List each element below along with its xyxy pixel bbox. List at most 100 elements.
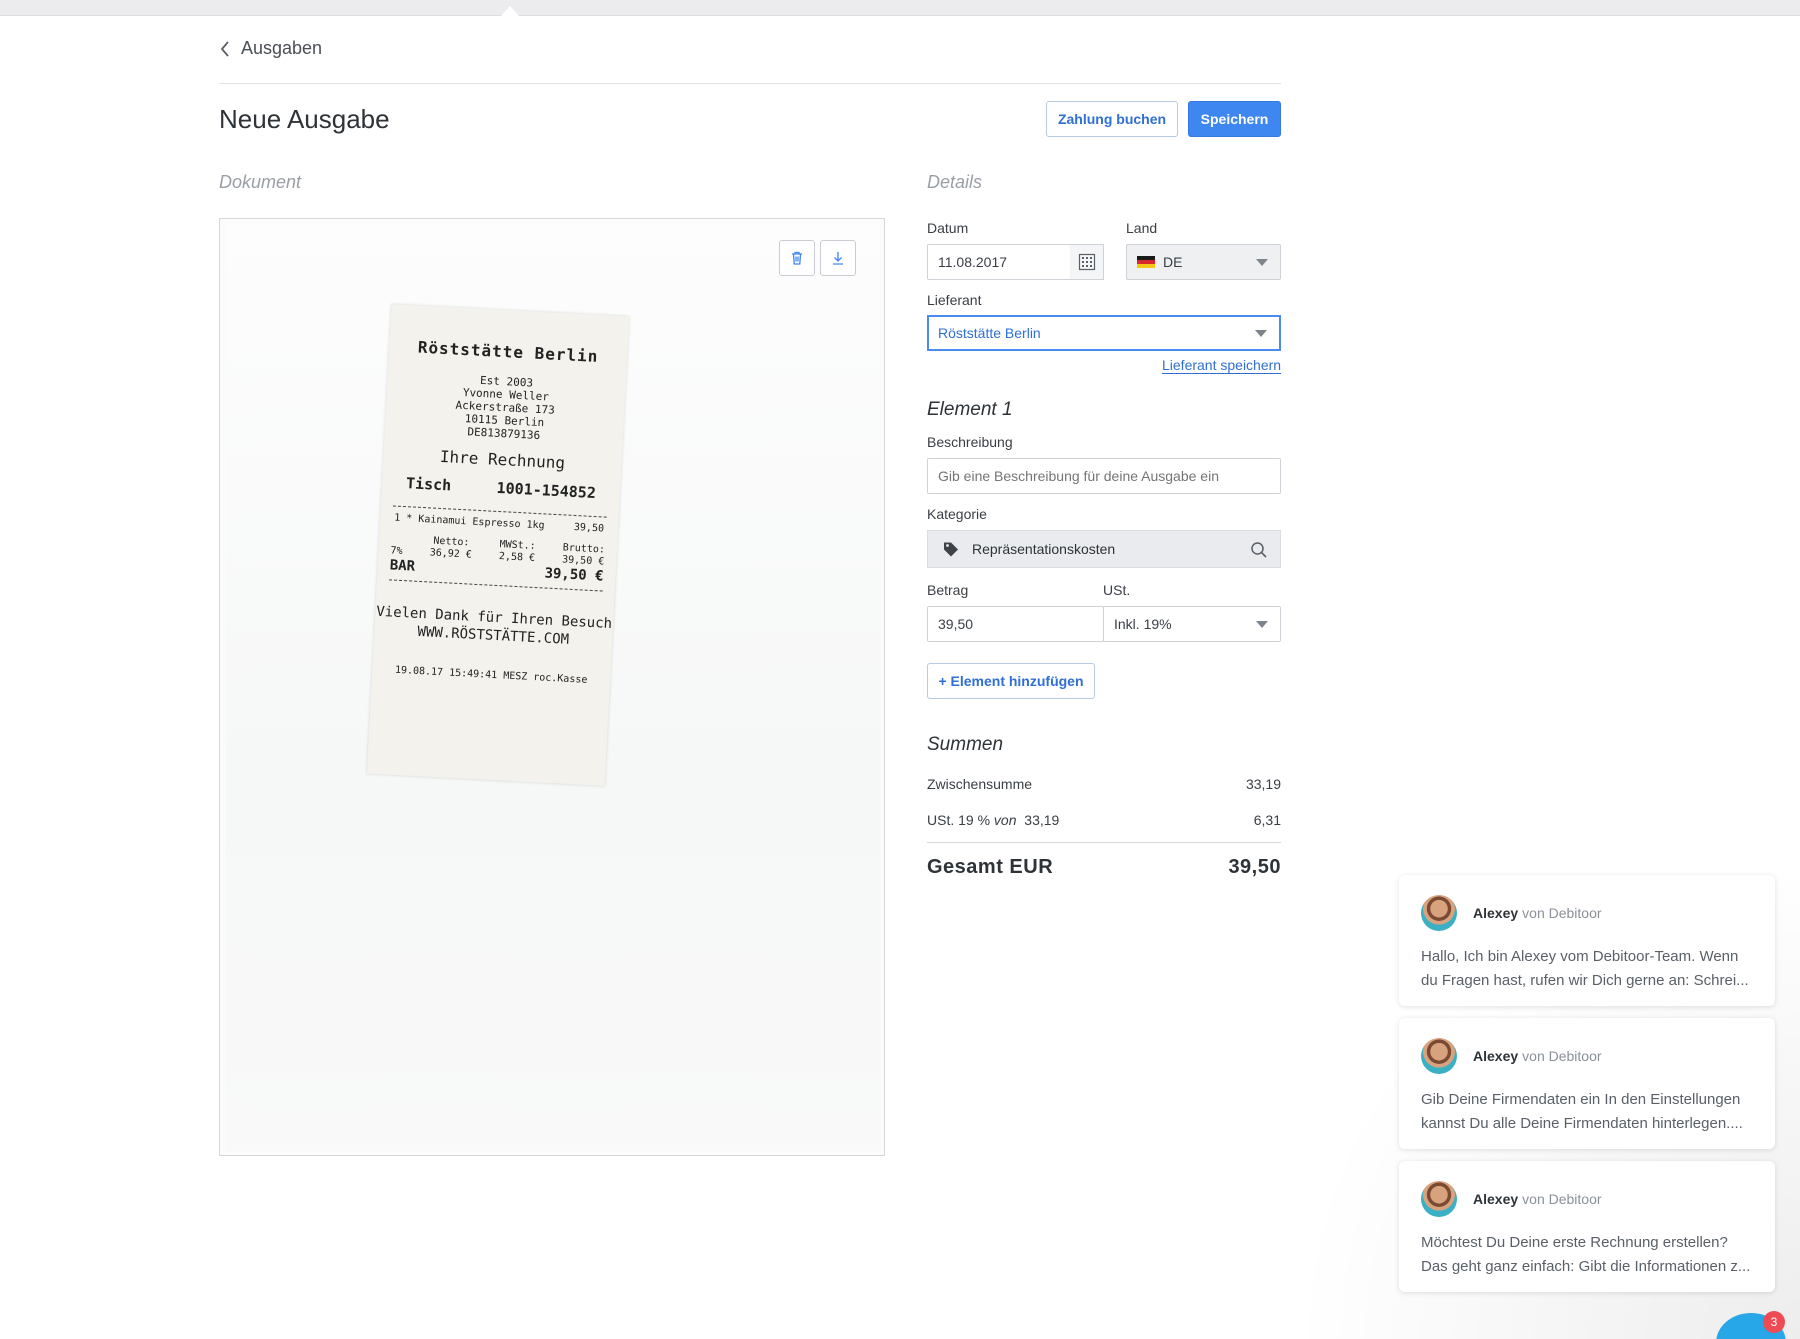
chat-org: von Debitoor <box>1522 1191 1602 1207</box>
grand-total-value: 39,50 <box>1228 856 1281 878</box>
receipt-heading: Ihre Rechnung <box>439 446 566 473</box>
supplier-select[interactable]: Röststätte Berlin <box>927 315 1281 351</box>
totals-title: Summen <box>927 734 1004 755</box>
chat-message-card[interactable]: Alexey von Debitoor Gib Deine Firmendate… <box>1399 1018 1775 1149</box>
chat-author: Alexey <box>1473 1191 1519 1207</box>
amount-input[interactable]: 39,50 <box>927 606 1104 642</box>
date-input[interactable]: 11.08.2017 <box>927 244 1071 280</box>
grand-total-row: Gesamt EUR 39,50 <box>927 856 1281 879</box>
subtotal-row: Zwischensumme 33,19 <box>927 776 1281 792</box>
chat-org: von Debitoor <box>1522 1048 1602 1064</box>
vat-base: 33,19 <box>1024 812 1060 828</box>
trash-icon <box>792 251 802 265</box>
top-bar <box>0 0 1800 17</box>
country-label: Land <box>1126 220 1158 236</box>
country-value: DE <box>1163 254 1183 270</box>
vat-of: von <box>993 812 1017 828</box>
receipt-brutto: 39,50 € <box>561 554 605 568</box>
book-payment-button[interactable]: Zahlung buchen <box>1046 101 1178 137</box>
receipt-shop: Röststätte Berlin <box>417 337 599 366</box>
receipt-mwst-col: MWSt.: 2,58 € <box>499 539 536 565</box>
receipt-mwst: 2,58 € <box>498 551 536 564</box>
chat-message-card[interactable]: Alexey von Debitoor Hallo, Ich bin Alexe… <box>1399 875 1775 1006</box>
vat-total-row: USt. 19 % von 33,19 6,31 <box>927 812 1281 828</box>
description-label: Beschreibung <box>927 434 1013 450</box>
chat-message-header: Alexey von Debitoor <box>1421 1181 1753 1217</box>
receipt-netto: 36,92 € <box>429 547 473 561</box>
vat-total-label-group: USt. 19 % von 33,19 <box>927 812 1059 828</box>
chat-message-text: Gib Deine Firmendaten ein In den Einstel… <box>1421 1091 1743 1132</box>
add-element-button[interactable]: + Element hinzufügen <box>927 663 1095 699</box>
vat-total-label: USt. 19 % <box>927 812 991 828</box>
avatar <box>1421 1038 1457 1074</box>
receipt-table-no: 1001-154852 <box>496 478 597 503</box>
chat-message-header: Alexey von Debitoor <box>1421 1038 1753 1074</box>
search-icon[interactable] <box>1250 541 1268 559</box>
header-divider <box>219 83 1281 84</box>
chat-message-header: Alexey von Debitoor <box>1421 895 1753 931</box>
subtotal-label: Zwischensumme <box>927 776 1033 792</box>
scanned-page: Röststätte Berlin Est 2003 Yvonne Weller… <box>226 225 880 1151</box>
vat-select[interactable]: Inkl. 19% <box>1103 606 1281 642</box>
avatar <box>1421 1181 1457 1217</box>
country-select[interactable]: DE <box>1126 244 1281 280</box>
page-title: Neue Ausgabe <box>219 104 390 134</box>
save-button[interactable]: Speichern <box>1188 101 1281 137</box>
document-preview: Röststätte Berlin Est 2003 Yvonne Weller… <box>219 218 885 1156</box>
receipt-netto-label: Netto: <box>433 535 470 549</box>
category-select[interactable]: Repräsentationskosten <box>927 530 1281 568</box>
calendar-icon <box>1078 253 1095 271</box>
document-section-label: Dokument <box>219 172 302 192</box>
delete-document-button[interactable] <box>779 240 815 276</box>
receipt-netto-col: Netto: 36,92 € <box>429 535 472 561</box>
date-label: Datum <box>927 220 969 236</box>
vat-value: Inkl. 19% <box>1114 616 1172 632</box>
vat-label: USt. <box>1103 582 1131 598</box>
receipt-mwst-label: MWSt.: <box>499 539 536 552</box>
description-input[interactable] <box>927 458 1281 494</box>
supplier-label: Lieferant <box>927 292 982 308</box>
chat-author: Alexey <box>1473 1048 1519 1064</box>
avatar <box>1421 895 1457 931</box>
receipt-table-label: Tisch <box>405 474 452 495</box>
germany-flag-icon <box>1137 256 1155 268</box>
breadcrumb-back[interactable]: Ausgaben <box>219 38 322 59</box>
receipt-total: 39,50 € <box>544 565 604 585</box>
supplier-value: Röststätte Berlin <box>938 325 1041 341</box>
unread-badge: 3 <box>1763 1311 1785 1333</box>
totals-divider <box>927 842 1281 843</box>
breadcrumb-label: Ausgaben <box>241 38 323 58</box>
chat-message-card[interactable]: Alexey von Debitoor Möchtest Du Deine er… <box>1399 1161 1775 1292</box>
category-value: Repräsentationskosten <box>972 541 1116 557</box>
chevron-down-icon <box>1256 259 1268 266</box>
receipt-item-price: 39,50 <box>573 521 605 535</box>
receipt-rate-col: 7% <box>390 533 403 558</box>
download-document-button[interactable] <box>820 240 856 276</box>
grand-total-label: Gesamt EUR <box>927 856 1054 878</box>
chat-message-text: Hallo, Ich bin Alexey vom Debitoor-Team.… <box>1421 948 1749 989</box>
tag-icon <box>944 542 958 557</box>
category-label: Kategorie <box>927 506 987 522</box>
receipt-footer: 19.08.17 15:49:41 MESZ roc.Kasse <box>394 664 588 686</box>
amount-label: Betrag <box>927 582 969 598</box>
chat-org: von Debitoor <box>1522 905 1602 921</box>
receipt-payment: BAR <box>389 557 416 575</box>
chat-message-text: Möchtest Du Deine erste Rechnung erstell… <box>1421 1234 1751 1275</box>
chat-author: Alexey <box>1473 905 1519 921</box>
receipt-table-row: Tisch 1001-154852 <box>382 473 621 503</box>
vat-total-value: 6,31 <box>1253 812 1281 828</box>
chevron-down-icon <box>1255 330 1267 337</box>
receipt-rate: 7% <box>390 545 403 558</box>
subtotal-value: 33,19 <box>1245 776 1281 792</box>
save-supplier-link[interactable]: Lieferant speichern <box>1162 357 1282 374</box>
chevron-down-icon <box>1256 621 1268 628</box>
receipt-image: Röststätte Berlin Est 2003 Yvonne Weller… <box>366 304 630 786</box>
calendar-button[interactable] <box>1070 244 1104 280</box>
top-bar-notch <box>500 6 520 17</box>
chevron-left-icon <box>220 40 229 57</box>
details-section-label: Details <box>927 172 983 192</box>
receipt-brutto-label: Brutto: <box>562 542 606 556</box>
receipt-brutto-col: Brutto: 39,50 € <box>562 542 605 568</box>
download-icon <box>833 252 843 265</box>
element-title: Element 1 <box>927 399 1013 420</box>
